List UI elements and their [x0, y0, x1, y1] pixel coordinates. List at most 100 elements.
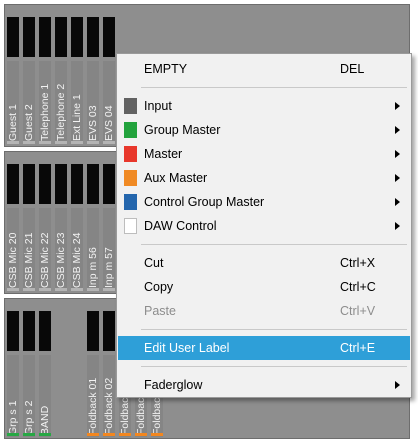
channel-label-box: Guest 1 — [7, 61, 19, 143]
channel-label: Foldback 01 — [87, 377, 99, 435]
menu-item-label: DAW Control — [144, 219, 217, 233]
level-meter — [23, 17, 35, 57]
color-swatch-icon — [124, 194, 137, 210]
channel-strip[interactable]: Grp s 2 — [21, 299, 37, 438]
channel-strip[interactable]: CSB Mic 24 — [69, 152, 85, 293]
channel-strip[interactable] — [53, 299, 69, 438]
menu-item-master[interactable]: Master — [118, 142, 410, 166]
channel-label: CSB Mic 24 — [71, 232, 83, 288]
menu-item-shortcut: Ctrl+E — [340, 341, 376, 355]
channel-color-indicator — [39, 433, 51, 436]
menu-item-copy[interactable]: Copy Ctrl+C — [118, 275, 410, 299]
channel-strip[interactable]: Inp m 56 — [85, 152, 101, 293]
channel-label: EVS 03 — [87, 105, 99, 141]
color-swatch-icon — [124, 122, 137, 138]
channel-label: Grp s 1 — [7, 400, 19, 435]
menu-item-label: Copy — [144, 280, 174, 294]
channel-color-indicator — [23, 433, 35, 436]
channel-color-indicator — [7, 433, 19, 436]
level-meter — [39, 164, 51, 204]
menu-item-label: Edit User Label — [144, 341, 230, 355]
menu-item-shortcut: Ctrl+C — [340, 280, 376, 294]
channel-strip[interactable]: Telephone 2 — [53, 5, 69, 146]
menu-item-input[interactable]: Input — [118, 94, 410, 118]
channel-label: Guest 2 — [23, 104, 35, 141]
channel-label: CSB Mic 23 — [55, 232, 67, 288]
submenu-arrow-icon — [395, 222, 400, 230]
channel-strip[interactable]: Grp s 1 — [5, 299, 21, 438]
menu-separator — [141, 244, 407, 245]
channel-color-indicator — [7, 288, 19, 291]
level-meter — [103, 311, 115, 351]
channel-strip[interactable]: Guest 1 — [5, 5, 21, 146]
menu-item-aux-master[interactable]: Aux Master — [118, 166, 410, 190]
channel-color-indicator — [39, 141, 51, 144]
channel-label-box: Ext Line 1 — [71, 61, 83, 143]
channel-strip[interactable]: Telephone 1 — [37, 5, 53, 146]
channel-color-indicator — [71, 141, 83, 144]
menu-item-label: Faderglow — [144, 378, 203, 392]
channel-label-box: Telephone 2 — [55, 61, 67, 143]
menu-item-label: Aux Master — [144, 171, 208, 185]
menu-item-edit-user-label[interactable]: Edit User Label Ctrl+E — [118, 336, 410, 360]
channel-label-box: Inp m 56 — [87, 208, 99, 290]
channel-label: Inp m 57 — [103, 247, 115, 288]
channel-label-box: CSB Mic 23 — [55, 208, 67, 290]
channel-strip[interactable]: Ext Line 1 — [69, 5, 85, 146]
level-meter — [103, 164, 115, 204]
channel-label-box: CSB Mic 22 — [39, 208, 51, 290]
channel-strip[interactable]: EVS 04 — [101, 5, 117, 146]
menu-item-cut[interactable]: Cut Ctrl+X — [118, 251, 410, 275]
menu-item-group-master[interactable]: Group Master — [118, 118, 410, 142]
submenu-arrow-icon — [395, 150, 400, 158]
channel-color-indicator — [71, 288, 83, 291]
menu-item-paste[interactable]: Paste Ctrl+V — [118, 299, 410, 323]
menu-item-empty[interactable]: EMPTY DEL — [118, 57, 410, 81]
channel-strip[interactable]: CSB Mic 21 — [21, 152, 37, 293]
channel-color-indicator — [23, 141, 35, 144]
channel-label-box: CSB Mic 21 — [23, 208, 35, 290]
channel-strip[interactable]: EVS 03 — [85, 5, 101, 146]
level-meter — [87, 17, 99, 57]
menu-item-daw-control[interactable]: DAW Control — [118, 214, 410, 238]
menu-item-faderglow[interactable]: Faderglow — [118, 373, 410, 397]
level-meter — [55, 17, 67, 57]
channel-label-box: BAND — [39, 355, 51, 437]
channel-label-box: CSB Mic 20 — [7, 208, 19, 290]
menu-item-shortcut: Ctrl+V — [340, 304, 376, 318]
channel-label-box: Telephone 1 — [39, 61, 51, 143]
channel-strip[interactable]: Inp m 57 — [101, 152, 117, 293]
channel-strip[interactable] — [69, 299, 85, 438]
channel-color-indicator — [87, 288, 99, 291]
channel-color-indicator — [87, 433, 99, 436]
menu-item-shortcut: DEL — [340, 62, 365, 76]
channel-label-box: Grp s 1 — [7, 355, 19, 437]
level-meter — [103, 17, 115, 57]
channel-strip[interactable]: Guest 2 — [21, 5, 37, 146]
channel-strip[interactable]: Foldback 02 — [101, 299, 117, 438]
menu-item-control-group-master[interactable]: Control Group Master — [118, 190, 410, 214]
level-meter — [7, 164, 19, 204]
channel-label: CSB Mic 22 — [39, 232, 51, 288]
level-meter — [23, 164, 35, 204]
menu-item-label: Input — [144, 99, 172, 113]
channel-strip[interactable]: Foldback 01 — [85, 299, 101, 438]
channel-color-indicator — [135, 433, 147, 436]
color-swatch-icon — [124, 98, 137, 114]
channel-label: Ext Line 1 — [71, 94, 83, 141]
channel-label-box: CSB Mic 24 — [71, 208, 83, 290]
channel-strip[interactable]: CSB Mic 23 — [53, 152, 69, 293]
channel-strip[interactable]: BAND — [37, 299, 53, 438]
channel-color-indicator — [87, 141, 99, 144]
channel-strip[interactable]: CSB Mic 22 — [37, 152, 53, 293]
channel-label-box: Foldback 01 — [87, 355, 99, 437]
level-meter — [39, 17, 51, 57]
channel-strip[interactable]: CSB Mic 20 — [5, 152, 21, 293]
channel-label-box: Grp s 2 — [23, 355, 35, 437]
channel-label: Telephone 1 — [39, 83, 51, 141]
level-meter — [71, 17, 83, 57]
channel-color-indicator — [55, 141, 67, 144]
channel-label-box: Guest 2 — [23, 61, 35, 143]
channel-color-indicator — [119, 433, 131, 436]
channel-color-indicator — [103, 433, 115, 436]
